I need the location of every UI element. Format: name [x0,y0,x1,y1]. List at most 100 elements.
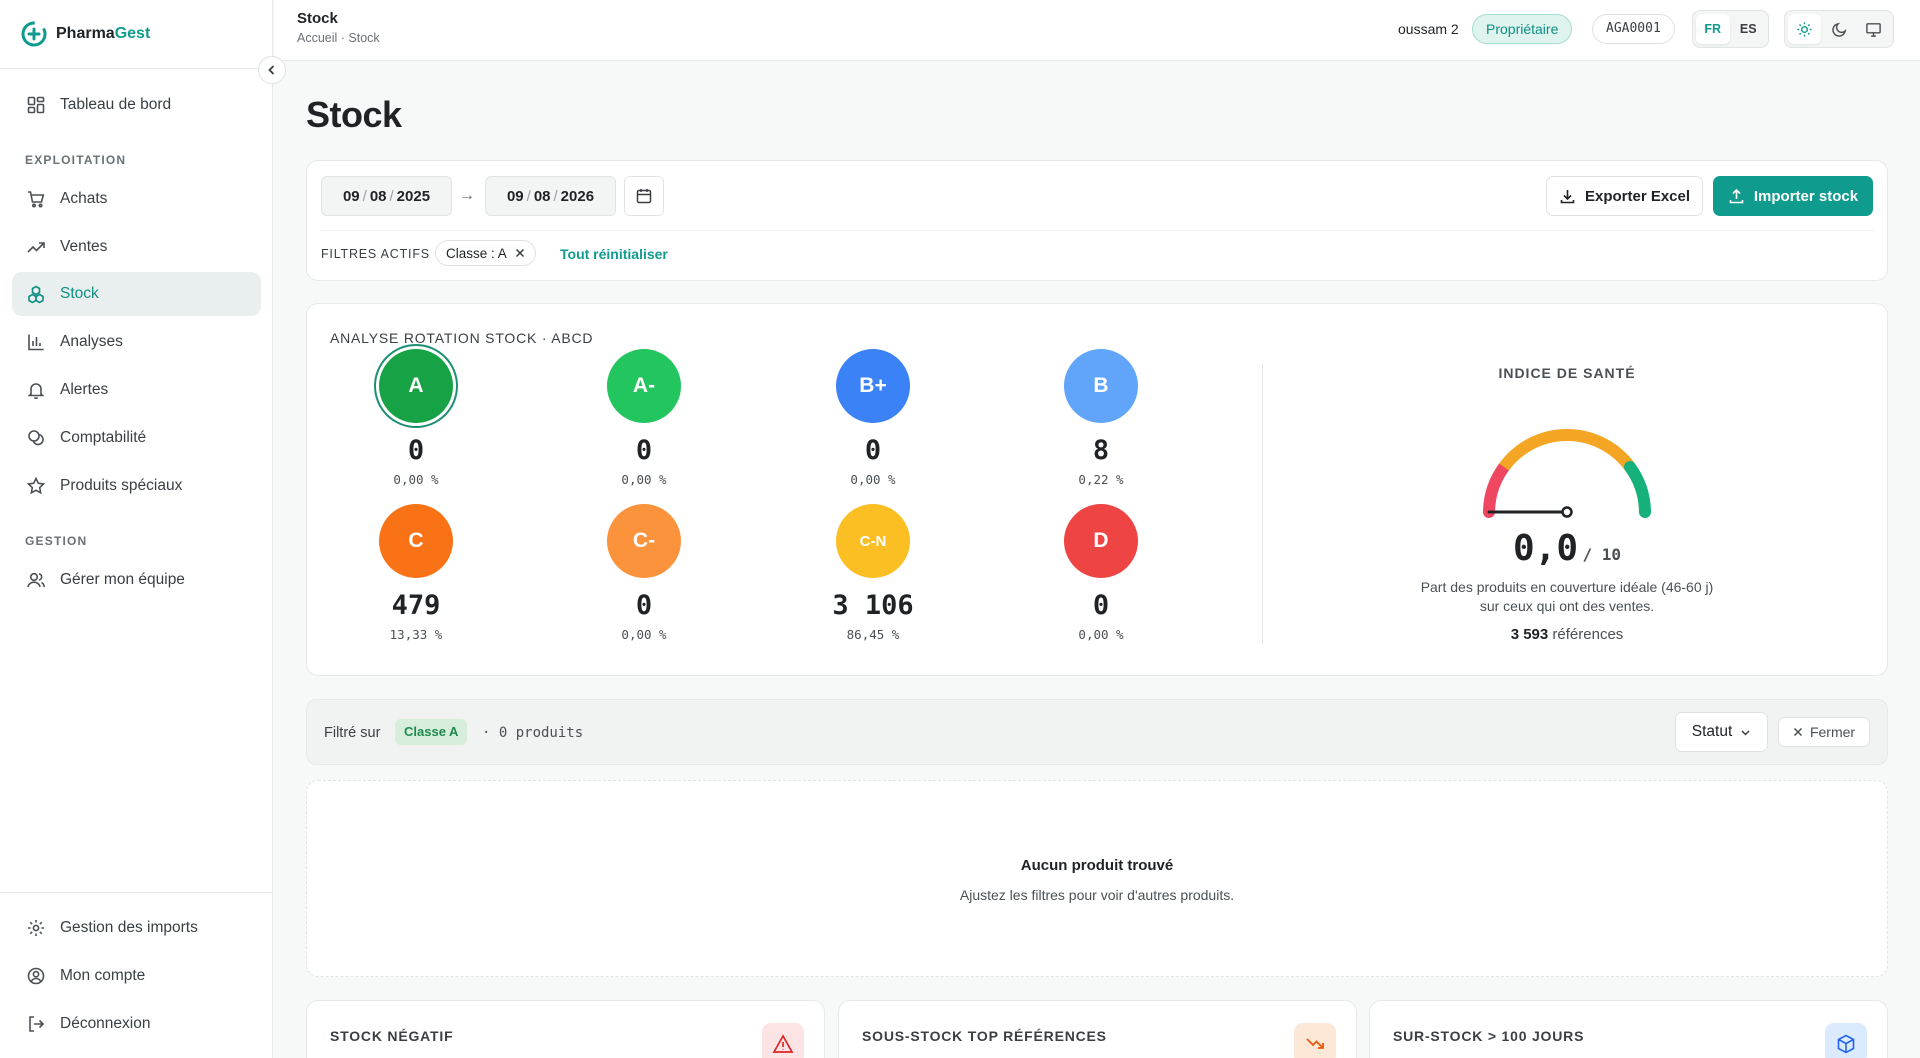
filtered-on-label: Filtré sur [324,725,381,741]
reset-filters-link[interactable]: Tout réinitialiser [560,246,668,262]
topbar: Stock Accueil · Stock oussam 2 Propriéta… [274,0,1920,61]
gauge-segment-red [1483,461,1510,518]
gauge-segment-orange [1499,428,1635,471]
health-index-title: INDICE DE SANTÉ [1498,365,1636,381]
class-circle[interactable]: B+ [836,349,910,423]
export-excel-button[interactable]: Exporter Excel [1546,176,1703,216]
nav-label: Comptabilité [60,429,147,446]
class-tile-c-[interactable]: C- 0 0,00 % [569,504,719,642]
class-badge: Classe A [395,719,468,745]
divider [321,230,1873,231]
monitor-icon [1866,22,1881,37]
class-count: 479 [391,590,441,621]
theme-system-button[interactable] [1857,14,1890,44]
users-icon [27,572,46,588]
kpi-negative-stock[interactable]: STOCK NÉGATIF [306,1000,825,1058]
class-circle[interactable]: C [379,504,453,578]
gauge-segment-green [1624,461,1651,518]
collapse-sidebar-button[interactable] [258,56,286,84]
lang-es-button[interactable]: ES [1732,14,1766,44]
calendar-button[interactable] [624,176,664,216]
health-references: 3 593 références [1510,626,1624,643]
class-tile-a-[interactable]: A- 0 0,00 % [569,349,719,487]
kpi-overstock[interactable]: SUR-STOCK > 100 JOURS [1369,1000,1888,1058]
nav-label: Tableau de bord [60,96,172,113]
user-circle-icon [27,967,45,985]
nav-produits-speciaux[interactable]: Produits spéciaux [12,464,261,508]
star-icon [26,476,46,495]
kpi-understock[interactable]: SOUS-STOCK TOP RÉFÉRENCES [838,1000,1357,1058]
theme-dark-button[interactable] [1823,14,1856,44]
abcd-analysis-card: ANALYSE ROTATION STOCK · ABCD A 0 0,00 % A-… [306,303,1888,676]
app-name: PharmaGest [56,25,151,42]
empty-title: Aucun produit trouvé [1020,857,1174,874]
class-tile-b[interactable]: B 8 0,22 % [1026,349,1176,487]
active-filters-label: FILTRES ACTIFS [321,247,430,261]
date-to-input[interactable]: 09/08/2026 [485,176,616,216]
moon-icon [1831,22,1846,37]
class-percent: 13,33 % [389,627,443,642]
nav-imports[interactable]: Gestion des imports [12,906,261,950]
logout-icon [29,1016,45,1032]
class-circle[interactable]: B [1064,349,1138,423]
class-percent: 0,00 % [850,472,896,487]
filter-chip-class[interactable]: Classe : A [435,240,536,266]
lang-fr-button[interactable]: FR [1696,14,1730,44]
nav-stock[interactable]: Stock [12,272,261,316]
class-count: 3 106 [832,590,914,621]
class-circle[interactable]: C- [607,504,681,578]
coins-icon [28,430,44,446]
empty-subtitle: Ajustez les filtres pour voir d'autres p… [959,887,1235,903]
class-count: 0 [635,435,653,466]
date-from-input[interactable]: 09/08/2025 [321,176,452,216]
nav-label: Mon compte [60,967,146,984]
nav-compte[interactable]: Mon compte [12,954,261,998]
pharmacy-code-badge: AGA0001 [1592,14,1675,44]
nav-alertes[interactable]: Alertes [12,368,261,412]
class-circle[interactable]: A [379,349,453,423]
class-circle[interactable]: C-N [836,504,910,578]
arrow-right-icon: → [459,187,475,204]
class-circle[interactable]: D [1064,504,1138,578]
class-tile-d[interactable]: D 0 0,00 % [1026,504,1176,642]
nav-comptabilite[interactable]: Comptabilité [12,416,261,460]
breadcrumb[interactable]: Accueil · Stock [297,31,380,45]
class-percent: 0,22 % [1078,472,1124,487]
class-tile-c-n[interactable]: C-N 3 106 86,45 % [798,504,948,642]
bell-icon [27,383,45,400]
nav-ventes[interactable]: Ventes [12,225,261,269]
kpi-title: SUR-STOCK > 100 JOURS [1393,1028,1585,1044]
close-icon [1793,727,1802,737]
results-filter-bar: Filtré sur Classe A · 0 produits Statut … [306,699,1888,765]
class-count: 0 [1092,590,1110,621]
nav-analyses[interactable]: Analyses [12,320,261,364]
sidebar-divider [0,68,272,69]
nav-achats[interactable]: Achats [12,177,261,221]
theme-light-button[interactable] [1788,14,1821,44]
nav-label: Achats [60,190,108,207]
nav-equipe[interactable]: Gérer mon équipe [12,558,261,602]
class-percent: 0,00 % [1078,627,1124,642]
class-tile-c[interactable]: C 479 13,33 % [341,504,491,642]
close-button[interactable]: Fermer [1778,717,1870,747]
dashboard-icon [27,96,45,114]
class-tile-a[interactable]: A 0 0,00 % [341,349,491,487]
trending-down-icon [1294,1023,1336,1058]
kpi-title: STOCK NÉGATIF [330,1028,454,1044]
status-select[interactable]: Statut [1675,712,1768,752]
user-name[interactable]: oussam 2 [1398,21,1459,37]
close-icon[interactable] [515,248,525,258]
class-circle[interactable]: A- [607,349,681,423]
nav-deconnexion[interactable]: Déconnexion [12,1002,261,1046]
import-stock-button[interactable]: Importer stock [1713,176,1873,216]
topbar-title: Stock [297,10,338,27]
app-logo[interactable]: PharmaGest [20,20,150,48]
health-description: Part des produits en couverture idéale (… [1420,579,1714,614]
nav-dashboard[interactable]: Tableau de bord [12,83,261,127]
health-gauge [1483,428,1651,518]
logo-icon [21,21,47,47]
class-percent: 86,45 % [846,627,900,642]
class-tile-b+[interactable]: B+ 0 0,00 % [798,349,948,487]
sidebar: PharmaGest Tableau de bord EXPLOITATION … [0,0,273,1058]
role-badge: Propriétaire [1472,14,1573,44]
